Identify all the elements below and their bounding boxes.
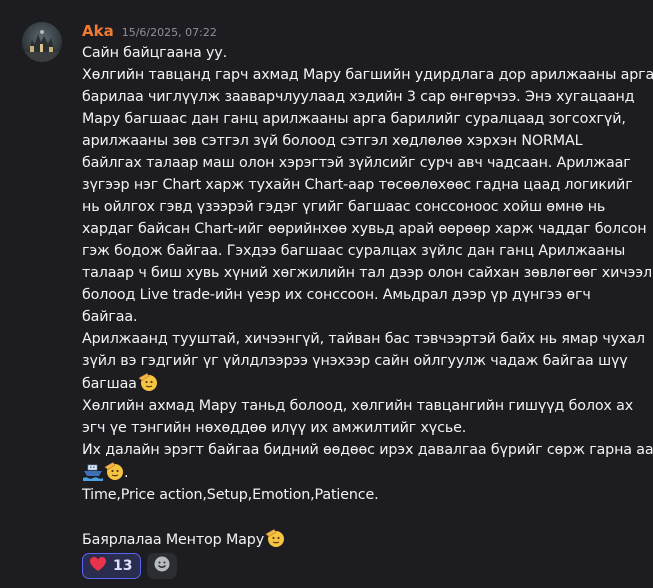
message-content: Сайн байцгаана уу. Хөлгийн тавцанд гарч …: [82, 42, 653, 551]
message-line: Сайн байцгаана уу.: [82, 45, 227, 61]
message-line: болоод Live trade-ийн үеэр их сонссоон. …: [82, 287, 591, 303]
message-line: Хөлгийн ахмад Мару таньд болоод, хөлгийн…: [82, 398, 634, 414]
avatar[interactable]: [22, 22, 62, 62]
message-line: зүгээр нэг Chart харж тухайн Chart-аар т…: [82, 177, 633, 193]
message-line: Time,Price action,Setup,Emotion,Patience…: [82, 487, 379, 503]
reactions-bar: 13: [82, 553, 178, 579]
reaction-heart[interactable]: 13: [82, 553, 142, 579]
emoji-line-trailing-text: .: [124, 465, 129, 481]
message-line: эгч үе тэнгийн нөхөддөө илүү их амжилтий…: [82, 420, 467, 436]
saluting-face-emoji[interactable]: [104, 461, 124, 481]
message-line-text: багшаа: [82, 376, 137, 392]
saluting-face-emoji[interactable]: [138, 372, 158, 392]
red-heart-emoji: [89, 556, 107, 576]
message-line: Хөлгийн тавцанд гарч ахмад Мару багшийн …: [82, 67, 653, 83]
message-line-text: Баярлалаа Ментор Мару: [82, 532, 265, 548]
message-line: арилжааны зөв сэтгэл зүй болоод сэтгэл х…: [82, 133, 583, 149]
ship-emoji[interactable]: [83, 461, 103, 481]
message-line: барилаа чиглүүлж зааварчлуулаад хэдийн 3…: [82, 89, 635, 105]
avatar-image: [22, 22, 62, 62]
add-reaction-button[interactable]: [147, 553, 178, 579]
message-line: байгаа.: [82, 309, 138, 325]
username[interactable]: Aka: [82, 22, 114, 40]
message-line: нь ойлгох гэвд үзээрэй гэдэг үгийг багша…: [82, 199, 606, 215]
chat-message: Aka 15/6/2025, 07:22 Сайн байцгаана уу. …: [0, 0, 653, 588]
message-line-with-emoji: багшаа: [82, 372, 642, 395]
message-line: Арилжаанд тууштай, хичээнгүй, тайван бас…: [82, 331, 645, 347]
smiley-add-icon: [153, 555, 171, 577]
reaction-count: 13: [113, 558, 133, 574]
message-line-with-emoji: Баярлалаа Ментор Мару: [82, 528, 642, 551]
message-line: байлгах талаар маш олон хэрэгтэй зүйлсий…: [82, 155, 631, 171]
timestamp[interactable]: 15/6/2025, 07:22: [122, 26, 217, 39]
message-line: хардаг байсан Chart-ийг өөрийнхөө хувьд …: [82, 221, 647, 237]
emoji-line: .: [82, 461, 642, 484]
message-header: Aka 15/6/2025, 07:22: [82, 22, 217, 42]
message-line: гэж бодож байгаа. Гэхдээ багшаас суралца…: [82, 243, 626, 259]
message-line: талаар ч биш хувь хүний хөгжилийн тал дэ…: [82, 265, 652, 281]
message-line: Мару багшаас дан ганц арилжааны арга бар…: [82, 111, 626, 127]
message-line: зүйл вэ гэдгийг үг үйлдлээрээ үнэхээр са…: [82, 353, 628, 369]
saluting-face-emoji[interactable]: [265, 528, 285, 548]
message-line: Их далайн эрэгт байгаа бидний өөдөөс ирэ…: [82, 442, 653, 458]
